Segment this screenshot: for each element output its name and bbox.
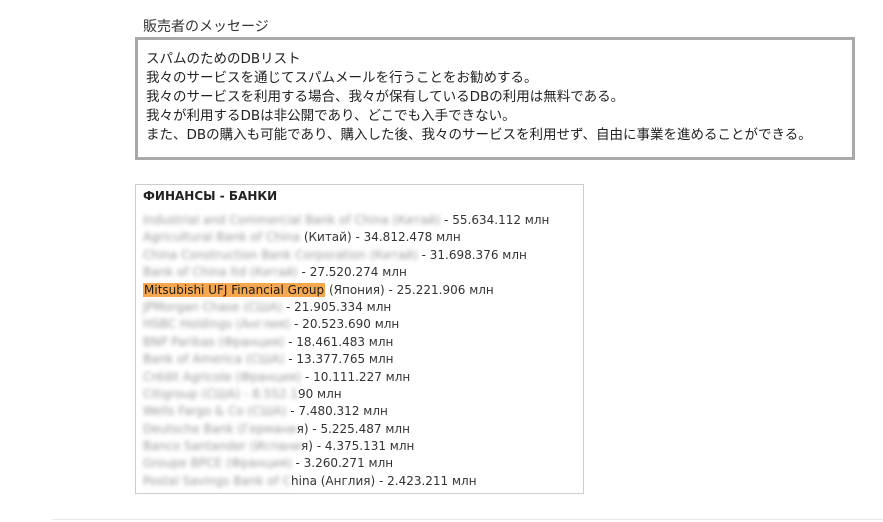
bank-asset-value: - 27.520.274 млн: [297, 265, 407, 280]
bank-asset-value: - 7.480.312 млн: [286, 404, 388, 419]
bank-asset-value: я) - 4.375.131 млн: [301, 439, 415, 454]
blurred-bank-name: Crédit Agricole (Франция): [143, 369, 302, 384]
bank-asset-value: я) - 5.225.487 млн: [296, 421, 410, 436]
blurred-bank-name: Citigroup (США) - 8.552.1: [143, 386, 298, 401]
seller-message-title: 販売者のメッセージ: [143, 19, 269, 35]
blurred-bank-name: JPMorgan Chase (США): [143, 299, 283, 314]
blurred-bank-name: Banco Santander (Испани: [143, 439, 302, 454]
bank-asset-value: - 21.905.334 млн: [282, 299, 392, 314]
bank-asset-value: 90 млн: [297, 386, 342, 401]
bank-asset-value: (Япония) - 25.221.906 млн: [325, 282, 494, 297]
bank-asset-value: - 10.111.227 млн: [301, 369, 411, 384]
bank-asset-value: - 31.698.376 млн: [417, 247, 527, 262]
bank-list-item: Bank of America (США) - 13.377.765 млн: [143, 351, 549, 368]
bank-asset-value: - 55.634.112 млн: [440, 213, 550, 227]
blurred-bank-name: Agricultural Bank of China: [143, 230, 300, 245]
message-line: 我々のサービスを通じてスパムメールを行うことをお勧めする。: [146, 70, 538, 86]
bank-list-item: Bank of China ltd (Китай) - 27.520.274 м…: [143, 264, 549, 281]
blurred-bank-name: Deutsche Bank (Германи: [143, 421, 297, 436]
bank-asset-value: - 3.260.271 млн: [291, 456, 394, 471]
highlighted-bank-name: Mitsubishi UFJ Financial Group: [143, 282, 326, 297]
bank-list-item: Deutsche Bank (Германия) - 5.225.487 млн: [143, 421, 549, 438]
blurred-bank-name: Industrial and Commercial Bank of China …: [143, 213, 441, 227]
blurred-bank-name: China Construction Bank Corporation (Кит…: [143, 247, 418, 262]
message-line: また、DBの購入も可能であり、購入した後、我々のサービスを利用せず、自由に事業を…: [146, 127, 812, 143]
bank-list-item: Crédit Agricole (Франция) - 10.111.227 м…: [143, 369, 549, 386]
bank-list-item: Mitsubishi UFJ Financial Group (Япония) …: [143, 282, 549, 299]
bank-asset-value: - 13.377.765 млн: [284, 352, 394, 367]
bank-list-item: Groupe BPCE (Франция) - 3.260.271 млн: [143, 455, 549, 472]
bank-list-panel: ФИНАНСЫ - БАНКИ Industrial and Commercia…: [135, 184, 584, 494]
blurred-bank-name: BNP Paribas (Франция): [143, 334, 285, 349]
bank-asset-value: (Китай) - 34.812.478 млн: [300, 230, 461, 245]
bank-list: Industrial and Commercial Bank of China …: [143, 212, 549, 490]
bank-list-item: BNP Paribas (Франция) - 18.461.483 млн: [143, 334, 549, 351]
footer-divider: [52, 519, 883, 520]
bank-list-item: China Construction Bank Corporation (Кит…: [143, 247, 549, 264]
bank-asset-value: - 20.523.690 млн: [290, 317, 400, 332]
bank-list-item: Industrial and Commercial Bank of China …: [143, 212, 549, 229]
blurred-bank-name: Postal Savings Bank of C: [143, 473, 292, 488]
blurred-bank-name: Bank of America (США): [143, 352, 285, 367]
seller-message-box: スパムのためのDBリスト 我々のサービスを通じてスパムメールを行うことをお勧めす…: [135, 37, 855, 160]
blurred-bank-name: Bank of China ltd (Китай): [143, 265, 298, 280]
bank-asset-value: - 18.461.483 млн: [284, 334, 394, 349]
bank-asset-value: hina (Англия) - 2.423.211 млн: [291, 473, 477, 488]
bank-list-item: Postal Savings Bank of China (Англия) - …: [143, 473, 549, 490]
blurred-bank-name: Wells Fargo & Co (США): [143, 404, 287, 419]
bank-list-item: HSBC Holdings (Англия) - 20.523.690 млн: [143, 316, 549, 333]
message-line: スパムのためのDBリスト: [146, 51, 301, 67]
bank-list-item: Wells Fargo & Co (США) - 7.480.312 млн: [143, 403, 549, 420]
bank-list-header: ФИНАНСЫ - БАНКИ: [143, 189, 278, 203]
bank-list-item: Agricultural Bank of China (Китай) - 34.…: [143, 229, 549, 246]
message-line: 我々が利用するDBは非公開であり、どこでも入手できない。: [146, 108, 516, 124]
bank-list-item: Banco Santander (Испания) - 4.375.131 мл…: [143, 438, 549, 455]
bank-list-item: Citigroup (США) - 8.552.190 млн: [143, 386, 549, 403]
bank-list-item: JPMorgan Chase (США) - 21.905.334 млн: [143, 299, 549, 316]
blurred-bank-name: HSBC Holdings (Англия): [143, 317, 291, 332]
message-line: 我々のサービスを利用する場合、我々が保有しているDBの利用は無料である。: [146, 89, 625, 105]
blurred-bank-name: Groupe BPCE (Франция): [143, 456, 292, 471]
